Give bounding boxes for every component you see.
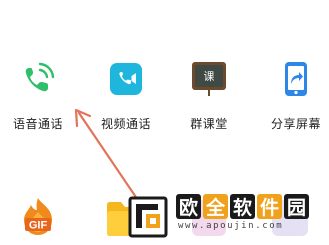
watermark-url: www.apoujin.com: [178, 221, 284, 231]
site-watermark: 欧 全 软 件 园 www.apoujin.com: [128, 190, 324, 242]
video-call-tile[interactable]: 视频通话: [99, 57, 153, 132]
group-class-tile[interactable]: 课 群课堂: [182, 57, 236, 132]
watermark-title: 欧 全 软 件 园: [176, 194, 309, 219]
chalkboard-icon: 课: [187, 57, 231, 101]
group-class-label: 群课堂: [190, 117, 228, 131]
chalkboard-text: 课: [195, 65, 223, 87]
share-screen-tile[interactable]: 分享屏幕: [266, 57, 326, 132]
gif-text: GIF: [29, 220, 48, 232]
share-screen-label: 分享屏幕: [270, 117, 321, 131]
video-call-label: 视频通话: [100, 117, 151, 131]
watermark-char: 件: [257, 194, 282, 219]
watermark-char: 欧: [176, 194, 201, 219]
watermark-char: 园: [284, 194, 309, 219]
share-screen-icon: [274, 57, 318, 101]
video-call-icon: [104, 57, 148, 101]
voice-call-label: 语音通话: [12, 117, 63, 131]
voice-call-tile[interactable]: 语音通话: [11, 57, 65, 132]
gif-icon[interactable]: GIF: [20, 196, 56, 236]
watermark-char: 全: [203, 194, 228, 219]
watermark-char: 软: [230, 194, 255, 219]
watermark-logo-icon: [128, 194, 170, 238]
phone-call-icon: [16, 57, 60, 101]
